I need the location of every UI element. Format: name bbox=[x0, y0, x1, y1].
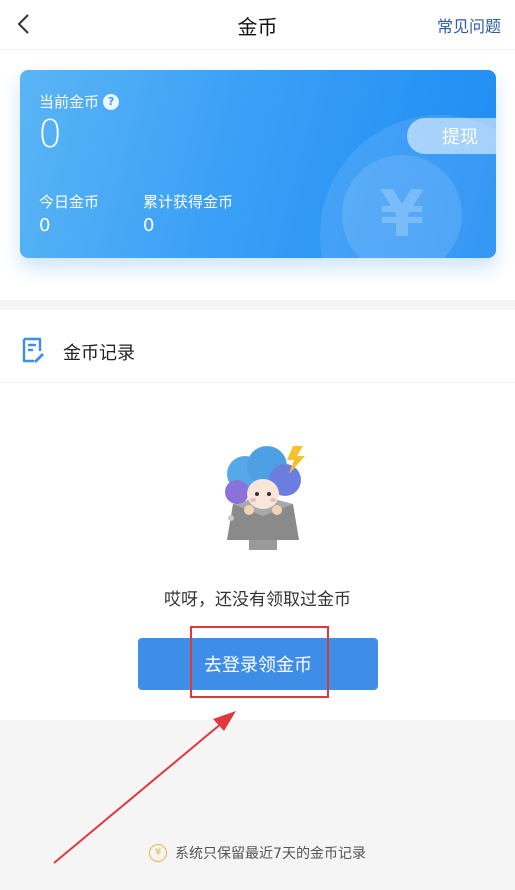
today-coins-value: 0 bbox=[39, 215, 51, 236]
records-title: 金币记录 bbox=[63, 343, 135, 364]
total-coins-label: 累计获得金币 bbox=[143, 193, 234, 211]
mascot-illustration bbox=[225, 446, 305, 550]
empty-state-text: 哎呀，还没有领取过金币 bbox=[164, 590, 351, 610]
total-coins-value: 0 bbox=[143, 215, 155, 236]
doc-icon bbox=[22, 337, 44, 363]
current-coins-label: 当前金币 ? bbox=[39, 91, 120, 112]
footer-note-text: 系统只保留最近7天的金币记录 bbox=[175, 846, 366, 862]
help-icon[interactable]: ? bbox=[103, 93, 120, 110]
coin-icon: ¥ bbox=[149, 844, 168, 862]
records-section: 金币记录 哎呀，还没有领取过金币 去登录领金币 bbox=[0, 310, 515, 720]
faq-link[interactable]: 常见问题 bbox=[437, 13, 501, 37]
footer-note: ¥ 系统只保留最近7天的金币记录 bbox=[0, 843, 515, 863]
coin-card: ¥ 当前金币 ? 0 提现 今日金币 0 累计获得金币 0 bbox=[20, 70, 496, 258]
top-bar: 金币 常见问题 bbox=[0, 0, 515, 50]
withdraw-button[interactable]: 提现 bbox=[407, 118, 496, 154]
today-coins-label: 今日金币 bbox=[39, 193, 100, 211]
current-coins-text: 当前金币 bbox=[39, 93, 100, 111]
card-section: ¥ 当前金币 ? 0 提现 今日金币 0 累计获得金币 0 bbox=[0, 50, 515, 300]
records-header: 金币记录 bbox=[0, 310, 515, 383]
coin-balance: 0 bbox=[38, 112, 63, 156]
login-to-claim-button[interactable]: 去登录领金币 bbox=[138, 638, 378, 690]
